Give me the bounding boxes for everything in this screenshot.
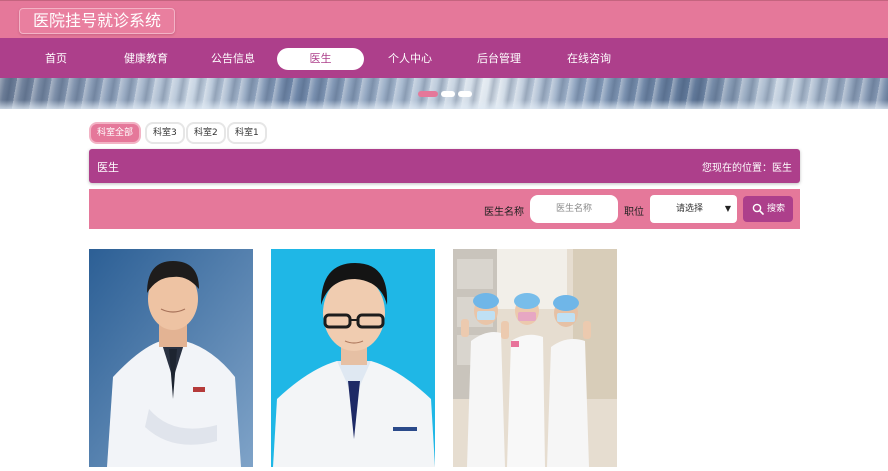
nav-item-doctors[interactable]: 医生: [277, 48, 364, 70]
section-title: 医生: [97, 161, 119, 174]
nav-item-home[interactable]: 首页: [24, 48, 88, 70]
search-bar: 医生名称 医生名称 职位 请选择 ▼ 搜索: [89, 189, 800, 229]
doctor-name-input[interactable]: 医生名称: [530, 195, 618, 223]
position-select-value: 请选择: [676, 204, 704, 214]
doctor-photo-1: [89, 249, 253, 467]
nav-item-admin[interactable]: 后台管理: [465, 48, 533, 70]
position-label: 职位: [624, 207, 644, 218]
header-bar: 医院挂号就诊系统: [0, 0, 888, 38]
nav-item-online-consult[interactable]: 在线咨询: [555, 48, 623, 70]
carousel-dot-1[interactable]: [418, 91, 438, 97]
search-icon: [752, 203, 764, 215]
doctor-card-3[interactable]: [453, 249, 617, 467]
breadcrumb: 您现在的位置：医生: [702, 163, 792, 174]
doctor-photo-2: [271, 249, 435, 467]
filter-chip-dept1[interactable]: 科室1: [227, 122, 267, 144]
doctor-photo-3: [453, 249, 617, 467]
doctor-name-label: 医生名称: [484, 207, 524, 218]
nav-item-personal-center[interactable]: 个人中心: [376, 48, 444, 70]
carousel-dot-3[interactable]: [458, 91, 472, 97]
search-button[interactable]: 搜索: [743, 196, 793, 222]
filter-chip-dept3[interactable]: 科室3: [145, 122, 185, 144]
doctor-card-1[interactable]: [89, 249, 253, 467]
filter-chip-all[interactable]: 科室全部: [89, 122, 142, 144]
nav-item-health-education[interactable]: 健康教育: [112, 48, 180, 70]
main-nav: 首页 健康教育 公告信息 医生 个人中心 后台管理 在线咨询: [0, 38, 888, 78]
doctor-card-2[interactable]: [271, 249, 435, 467]
filter-chip-dept2[interactable]: 科室2: [186, 122, 226, 144]
app-title[interactable]: 医院挂号就诊系统: [19, 8, 176, 34]
section-header: 医生 您现在的位置：医生: [89, 149, 800, 183]
nav-item-announcements[interactable]: 公告信息: [199, 48, 267, 70]
chevron-down-icon: ▼: [724, 204, 731, 213]
position-select[interactable]: 请选择 ▼: [650, 195, 737, 223]
carousel-dot-2[interactable]: [441, 91, 455, 97]
search-button-label: 搜索: [767, 204, 786, 214]
banner-carousel: [0, 78, 888, 109]
